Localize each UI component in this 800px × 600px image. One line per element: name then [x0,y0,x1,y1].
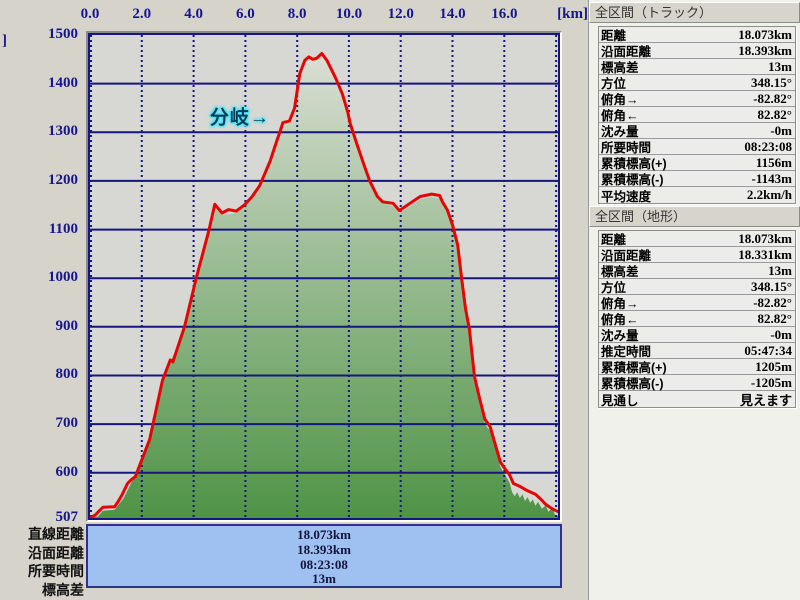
x-tick-label: 12.0 [388,6,414,23]
stat-value: 82.82° [758,311,792,327]
y-tick-label: 1300 [0,123,78,140]
stat-value: -82.82° [753,91,792,107]
junction-annotation: 分岐→ [210,103,270,130]
stat-value: 18.073km [738,27,792,43]
stat-value: 13m [768,59,792,75]
elevation-profile-svg [90,35,558,518]
elevation-profile-window: 0.02.04.06.08.010.012.014.016.0 [km] ] 1… [0,0,800,600]
x-tick-label: 14.0 [439,6,465,23]
summary-label: 所要時間 [0,562,84,581]
stat-label: 見通し [601,390,639,409]
summary-labels-column: 直線距離 沿面距離 所要時間 標高差 [0,525,84,599]
stat-value: 13m [768,263,792,279]
stat-value: -1205m [751,375,792,391]
y-tick-label: 1500 [0,26,78,43]
stat-value: -0m [770,123,792,139]
summary-value-distance: 18.073km [88,528,560,543]
x-tick-label: 10.0 [336,6,362,23]
panel-terrain: 全区間（地形） 距離18.073km沿面距離18.331km標高差13m方位34… [589,206,800,408]
x-tick-label: 4.0 [184,6,203,23]
summary-value-elevation-diff: 13m [88,572,560,587]
y-tick-label: 700 [0,415,78,432]
stat-row: 見通し 見えます [599,391,795,407]
stat-value: -0m [770,327,792,343]
stat-value: 見えます [740,390,792,409]
stat-value: 82.82° [758,107,792,123]
stat-value: 05:47:34 [744,343,792,359]
stat-value: -1143m [752,171,792,187]
plot-border: 分岐→ [88,33,560,520]
stats-sidebar: 全区間（トラック） 距離18.073km沿面距離18.393km標高差13m方位… [588,0,800,600]
x-tick-label: 0.0 [81,6,100,23]
stat-row: 標高差13m [599,263,795,279]
summary-label: 直線距離 [0,525,84,544]
summary-value-surface-distance: 18.393km [88,543,560,558]
panel-terrain-header: 全区間（地形） [589,206,800,227]
plot-frame: 分岐→ [86,31,562,522]
x-tick-label: 16.0 [491,6,517,23]
stat-value: 1156m [756,155,792,171]
y-tick-label: 1100 [0,221,78,238]
y-tick-label: 1400 [0,75,78,92]
stat-value: 1205m [755,359,792,375]
stat-value: 348.15° [751,279,792,295]
summary-value-elapsed-time: 08:23:08 [88,558,560,573]
stat-row: 標高差13m [599,59,795,75]
stat-value: 2.2km/h [747,187,792,203]
stat-value: -82.82° [753,295,792,311]
summary-info-box: 18.073km 18.393km 08:23:08 13m [86,524,562,588]
summary-label: 標高差 [0,581,84,600]
panel-track-header: 全区間（トラック） [589,2,800,23]
stat-value: 08:23:08 [744,139,792,155]
panel-terrain-table: 距離18.073km沿面距離18.331km標高差13m方位348.15°俯角→… [598,230,796,408]
y-axis-min-label: 507 [0,509,78,526]
stat-row: 平均速度 2.2km/h [599,187,795,203]
panel-track-table: 距離18.073km沿面距離18.393km標高差13m方位348.15°俯角→… [598,26,796,204]
stat-value: 348.15° [751,75,792,91]
y-tick-label: 1000 [0,269,78,286]
y-tick-label: 600 [0,464,78,481]
stat-value: 18.393km [738,43,792,59]
y-tick-label: 900 [0,318,78,335]
summary-label: 沿面距離 [0,544,84,563]
y-tick-label: 800 [0,366,78,383]
panel-track: 全区間（トラック） 距離18.073km沿面距離18.393km標高差13m方位… [589,2,800,204]
x-tick-label: 6.0 [236,6,255,23]
x-axis-unit-label: [km] [546,6,588,23]
x-tick-label: 2.0 [132,6,151,23]
stat-value: 18.331km [738,247,792,263]
y-tick-label: 1200 [0,172,78,189]
elevation-plot[interactable]: 分岐→ [90,35,558,518]
stat-label: 平均速度 [601,186,651,205]
terrain-fill-area [90,56,558,518]
x-tick-label: 8.0 [288,6,307,23]
stat-value: 18.073km [738,231,792,247]
